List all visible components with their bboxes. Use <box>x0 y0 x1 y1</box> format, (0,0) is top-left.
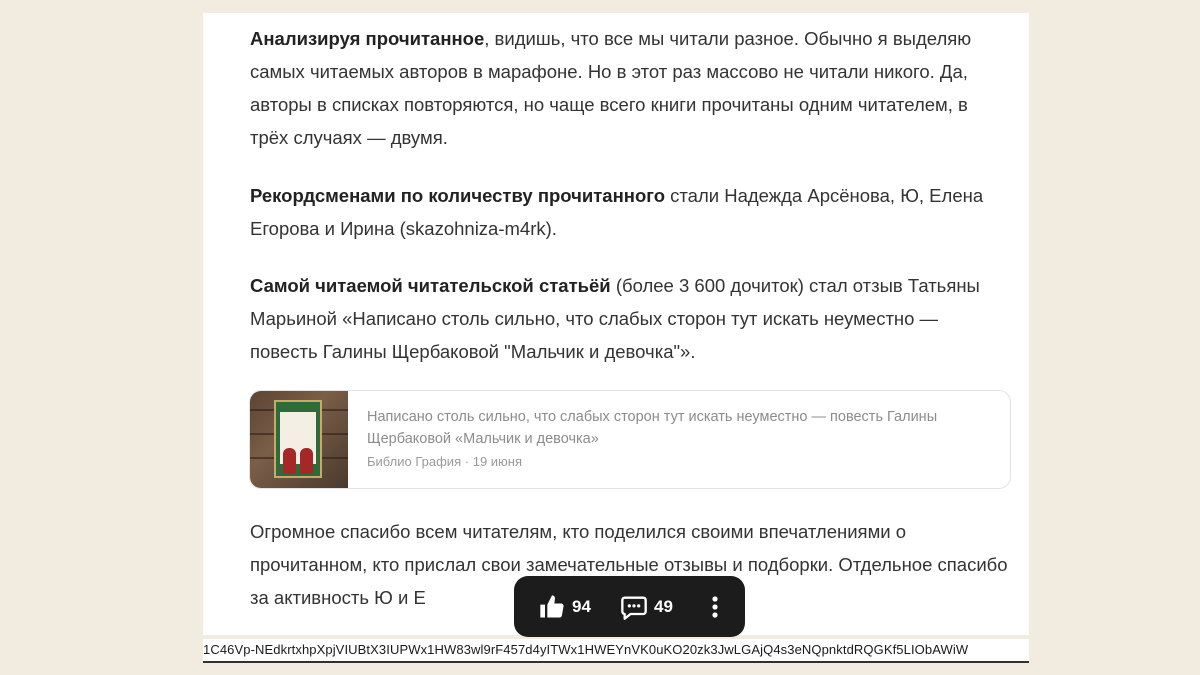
article-body: Анализируя прочитанное, видишь, что все … <box>203 13 1029 635</box>
book-cover-thumbnail <box>250 391 348 488</box>
link-card-date: 19 июня <box>472 454 523 469</box>
thumbs-up-icon <box>538 593 566 621</box>
comments-button[interactable]: 49 <box>620 576 673 637</box>
link-card-title: Написано столь сильно, что слабых сторон… <box>367 409 938 447</box>
floating-action-bar: 94 49 <box>514 576 745 637</box>
more-vertical-icon <box>708 593 722 621</box>
paragraph-most-read-bold: Самой читаемой читательской статьёй <box>250 275 611 296</box>
url-bar[interactable]: 1C46Vp-NEdkrtxhpXpjVIUBtX3IUPWx1HW83wl9r… <box>203 639 1029 663</box>
link-card-meta: Библио Графия · 19 июня <box>367 453 522 471</box>
article-link-card[interactable]: Написано столь сильно, что слабых сторон… <box>249 390 1011 489</box>
like-button[interactable]: 94 <box>538 576 591 637</box>
top-strip <box>0 0 1200 14</box>
paragraph-record-holders: Рекордсменами по количеству прочитанного… <box>250 179 1010 245</box>
comment-icon <box>620 593 648 621</box>
paragraph-most-read: Самой читаемой читательской статьёй (бол… <box>250 269 1010 368</box>
page: Анализируя прочитанное, видишь, что все … <box>0 0 1200 675</box>
link-card-separator: · <box>464 454 470 469</box>
url-text: 1C46Vp-NEdkrtxhpXpjVIUBtX3IUPWx1HW83wl9r… <box>203 642 969 657</box>
link-card-source: Библио Графия <box>367 454 462 469</box>
like-count: 94 <box>572 596 591 616</box>
paragraph-analysis-bold: Анализируя прочитанное <box>250 28 485 49</box>
paragraph-record-holders-bold: Рекордсменами по количеству прочитанного <box>250 185 666 206</box>
more-options-button[interactable] <box>708 576 722 637</box>
paragraph-analysis: Анализируя прочитанное, видишь, что все … <box>250 22 1010 154</box>
comment-count: 49 <box>654 596 673 616</box>
book-cover-icon <box>274 400 322 478</box>
